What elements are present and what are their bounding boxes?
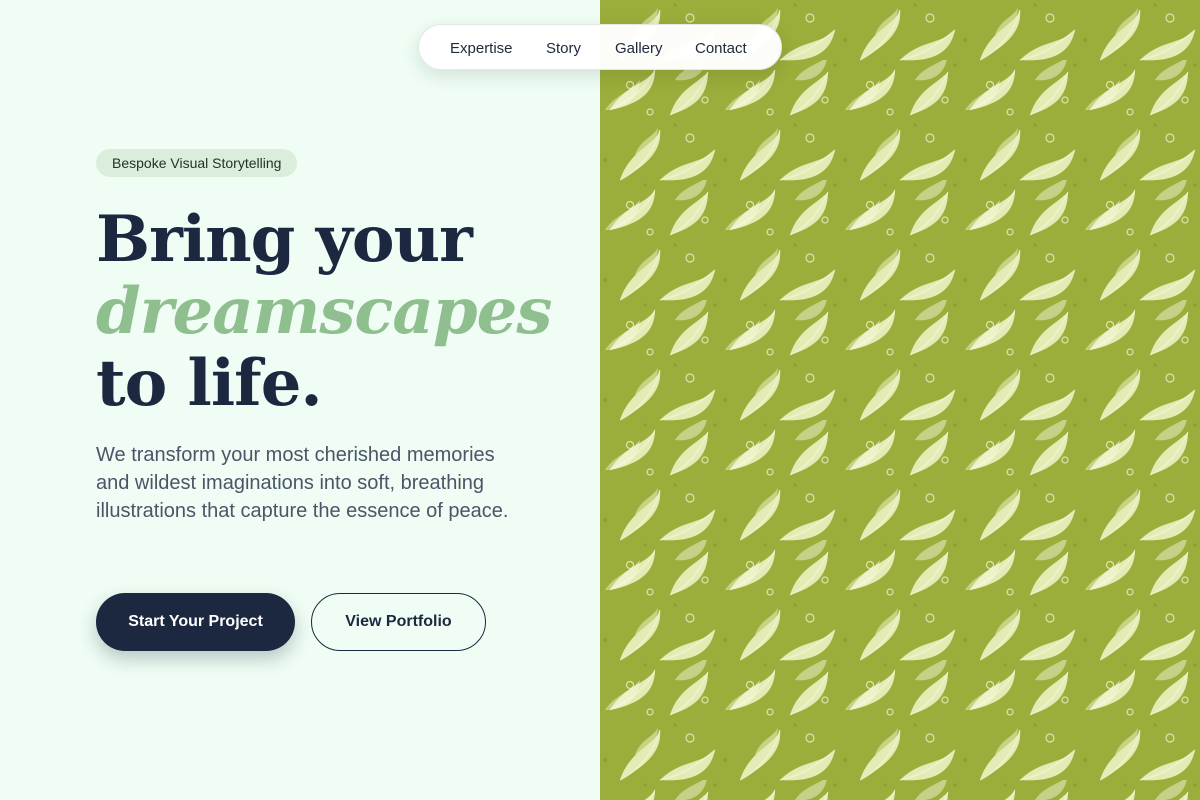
headline-line-1: Bring your: [96, 202, 473, 277]
top-navigation: Expertise Story Gallery Contact: [418, 24, 782, 70]
hero-subtitle: We transform your most cherished memorie…: [96, 444, 509, 522]
headline-accent-word: dreamscapes: [96, 274, 552, 349]
hero-badge: Bespoke Visual Storytelling: [96, 149, 298, 177]
headline-line-3: to life.: [96, 346, 323, 421]
nav-item-story[interactable]: Story: [546, 40, 581, 57]
nav-item-gallery[interactable]: Gallery: [615, 40, 663, 57]
view-portfolio-button[interactable]: View Portfolio: [311, 593, 486, 651]
botanical-pattern-panel: [600, 0, 1200, 800]
botanical-pattern-artwork: [600, 0, 1200, 800]
nav-item-contact[interactable]: Contact: [695, 40, 747, 57]
start-project-button[interactable]: Start Your Project: [96, 593, 295, 651]
nav-item-expertise[interactable]: Expertise: [450, 40, 513, 57]
